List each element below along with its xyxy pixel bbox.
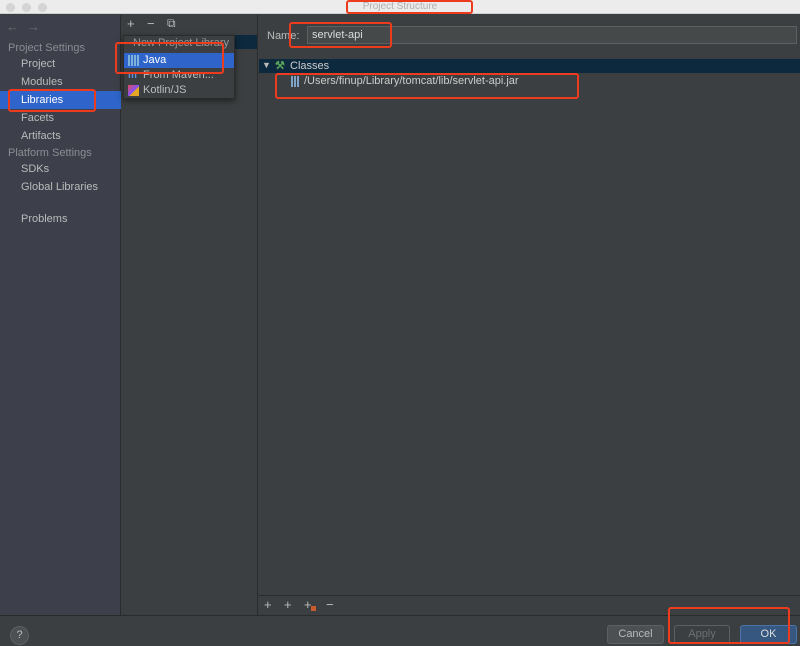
remove-root-button[interactable]: − [326, 597, 334, 612]
cancel-button[interactable]: Cancel [607, 625, 664, 644]
section-platform-settings: Platform Settings [8, 147, 92, 159]
sidebar-item-modules[interactable]: Modules [0, 73, 121, 91]
sidebar-item-facets[interactable]: Facets [0, 109, 121, 127]
apply-button[interactable]: Apply [674, 625, 730, 644]
new-project-library-popup: New Project Library Java m From Maven...… [123, 35, 235, 99]
section-project-settings: Project Settings [8, 42, 86, 54]
forward-button[interactable]: → [27, 19, 40, 34]
library-name-input[interactable]: servlet-api [307, 26, 797, 44]
title-bar: Project Structure [0, 0, 800, 14]
kotlin-js-icon [128, 85, 139, 96]
sidebar-item-project[interactable]: Project [0, 55, 121, 73]
tree-node-classes[interactable]: ▼ ⚒ Classes [259, 59, 800, 73]
popup-item-label: Java [143, 54, 167, 66]
popup-title: New Project Library [133, 37, 229, 49]
classes-label: Classes [290, 60, 330, 72]
remove-library-button[interactable]: − [147, 16, 155, 31]
name-label: Name: [267, 30, 300, 42]
hammer-icon: ⚒ [275, 60, 285, 72]
java-library-icon [128, 55, 139, 66]
expand-triangle-icon[interactable]: ▼ [262, 60, 271, 70]
popup-item-from-maven[interactable]: m From Maven... [124, 68, 234, 83]
library-list-panel: + − ⧉ [122, 15, 258, 615]
maven-icon: m [128, 70, 137, 81]
help-button[interactable]: ? [10, 626, 29, 645]
add-library-button[interactable]: + [127, 16, 135, 31]
popup-item-label: Kotlin/JS [143, 84, 187, 96]
jar-icon [291, 76, 299, 87]
add-alt-root-button[interactable]: + [284, 597, 292, 612]
sidebar-item-libraries[interactable]: Libraries [0, 91, 121, 109]
popup-item-java[interactable]: Java [124, 53, 234, 68]
selected-library-row[interactable] [235, 35, 257, 49]
sidebar-item-problems[interactable]: Problems [0, 210, 121, 228]
library-roots-tree [259, 59, 800, 595]
folder-badge-icon [311, 606, 316, 611]
window-title: Project Structure [362, 1, 438, 12]
jar-path: /Users/finup/Library/tomcat/lib/servlet-… [304, 75, 519, 87]
sidebar-item-artifacts[interactable]: Artifacts [0, 127, 121, 145]
roots-toolbar: + + + − [259, 595, 800, 615]
sidebar-item-sdks[interactable]: SDKs [0, 160, 121, 178]
popup-item-label: From Maven... [143, 69, 214, 81]
sidebar: ← → Project Settings Project Modules Lib… [0, 15, 121, 615]
copy-library-button[interactable]: ⧉ [167, 16, 176, 31]
sidebar-item-global-libraries[interactable]: Global Libraries [0, 178, 121, 196]
back-button[interactable]: ← [6, 19, 19, 34]
popup-item-kotlin-js[interactable]: Kotlin/JS [124, 83, 234, 98]
add-root-button[interactable]: + [264, 597, 272, 612]
ok-button[interactable]: OK [740, 625, 797, 644]
